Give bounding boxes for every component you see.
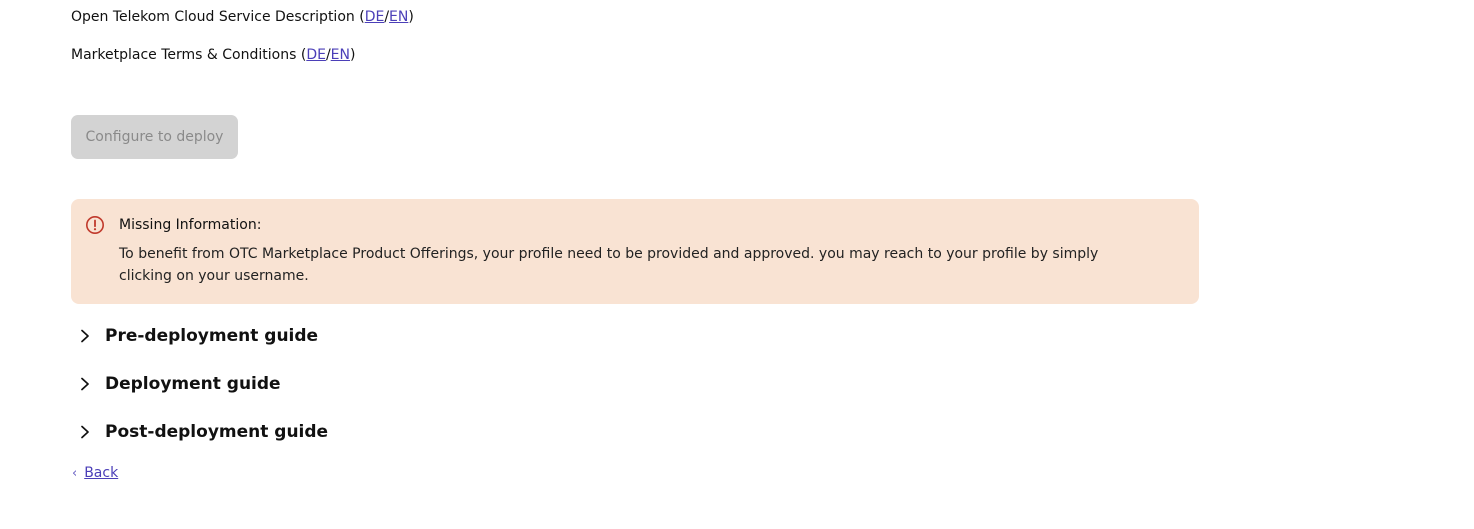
alert-title: Missing Information: [119,217,262,233]
chevron-right-icon [81,425,89,439]
terms-conditions-en-link[interactable]: EN [331,47,350,63]
post-deployment-guide-toggle[interactable]: Post-deployment guide [76,418,328,446]
chevron-left-icon: ‹ [72,465,78,481]
service-description-de-link[interactable]: DE [365,9,385,25]
terms-conditions-line: Marketplace Terms & Conditions (DE/EN) [71,47,356,63]
service-description-label: Open Telekom Cloud Service Description [71,9,355,25]
deployment-guide-label: Deployment guide [105,374,281,394]
deployment-guide-toggle[interactable]: Deployment guide [76,370,281,398]
terms-conditions-label: Marketplace Terms & Conditions [71,47,297,63]
back-label: Back [84,465,119,481]
post-deployment-guide-label: Post-deployment guide [105,422,329,442]
pre-deployment-guide-label: Pre-deployment guide [105,326,319,346]
exclamation-circle-icon [85,215,105,235]
alert-message: To benefit from OTC Marketplace Product … [119,246,1099,284]
service-description-en-link[interactable]: EN [389,9,408,25]
chevron-right-icon [81,377,89,391]
pre-deployment-guide-toggle[interactable]: Pre-deployment guide [76,322,318,350]
terms-conditions-de-link[interactable]: DE [306,47,326,63]
chevron-right-icon [81,329,89,343]
service-description-line: Open Telekom Cloud Service Description (… [71,9,414,25]
page: Open Telekom Cloud Service Description (… [0,0,1474,529]
missing-information-alert: Missing Information: To benefit from OTC… [71,199,1199,304]
configure-to-deploy-button[interactable]: Configure to deploy [71,115,238,159]
back-link[interactable]: ‹ Back [72,465,118,481]
